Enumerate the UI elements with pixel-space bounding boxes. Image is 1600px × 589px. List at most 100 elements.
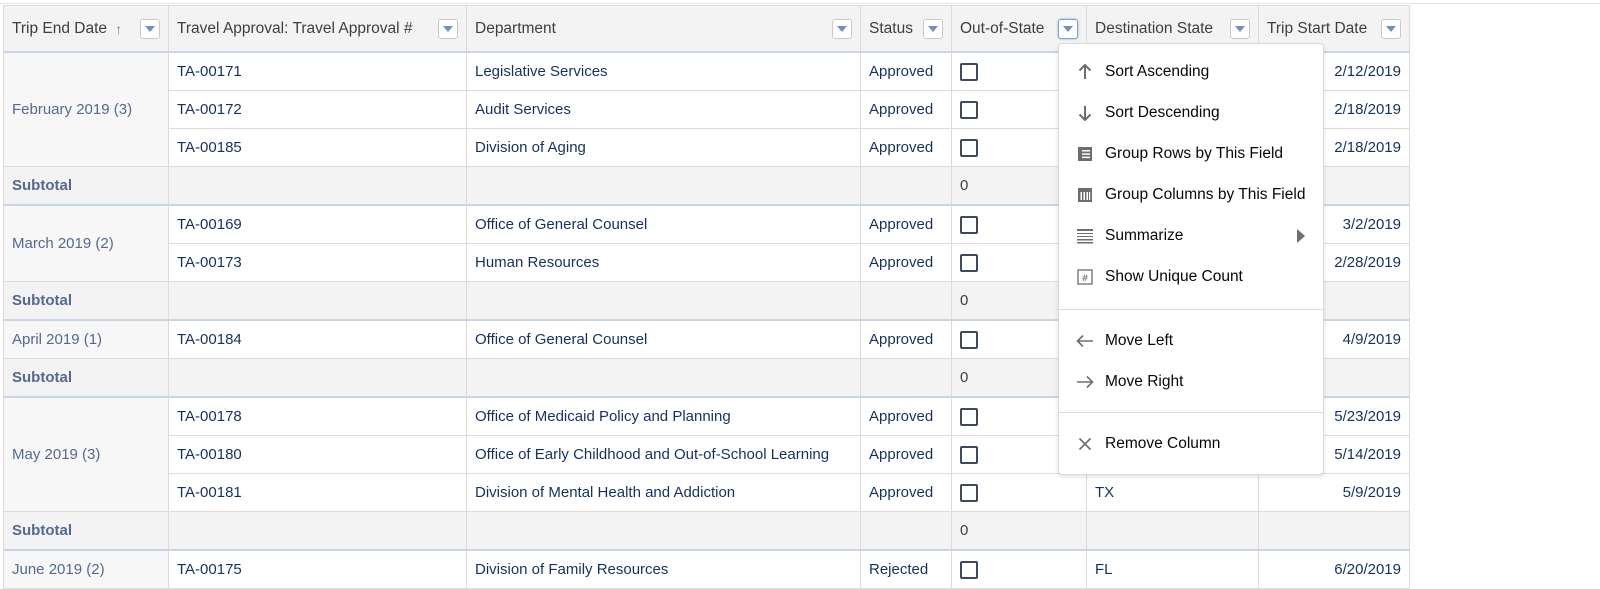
department-link[interactable]: Human Resources [466, 243, 861, 282]
arrow-up-icon [1075, 64, 1095, 80]
status-cell: Approved [860, 204, 952, 244]
menu-item-label: Move Right [1105, 373, 1184, 390]
approval-link[interactable]: TA-00180 [168, 435, 467, 474]
column-header-trip-end-date[interactable]: Trip End Date ↑ [3, 5, 169, 53]
destination-cell: TX [1086, 473, 1259, 512]
department-link[interactable]: Audit Services [466, 90, 861, 129]
column-header-status[interactable]: Status [860, 5, 952, 53]
column-label: Status [869, 19, 913, 37]
column-menu-button[interactable] [923, 18, 943, 39]
empty-cell [466, 358, 861, 398]
menu-divider [1059, 412, 1323, 413]
column-menu: Sort Ascending Sort Descending Group Row… [1058, 43, 1324, 475]
approval-link[interactable]: TA-00178 [168, 396, 467, 436]
menu-item-label: Summarize [1105, 227, 1184, 244]
column-label: Out-of-State [960, 19, 1045, 37]
summarize-icon [1075, 228, 1095, 244]
menu-item-label: Show Unique Count [1105, 268, 1243, 285]
column-menu-button[interactable] [1230, 18, 1250, 39]
menu-item-summarize[interactable]: Summarize [1059, 218, 1323, 254]
chevron-down-icon [443, 25, 453, 32]
column-header-department[interactable]: Department [466, 5, 861, 53]
checkbox-unchecked [960, 253, 978, 272]
column-menu-button[interactable] [832, 18, 852, 39]
empty-cell [466, 511, 861, 551]
menu-item-show-unique-count[interactable]: # Show Unique Count [1059, 259, 1323, 295]
menu-item-sort-ascending[interactable]: Sort Ascending [1059, 54, 1323, 90]
column-label: Destination State [1095, 19, 1214, 37]
approval-link[interactable]: TA-00185 [168, 128, 467, 167]
approval-link[interactable]: TA-00184 [168, 319, 467, 359]
status-cell: Approved [860, 396, 952, 436]
menu-item-remove-column[interactable]: Remove Column [1059, 426, 1323, 462]
department-link[interactable]: Office of Medicaid Policy and Planning [466, 396, 861, 436]
department-link[interactable]: Office of General Counsel [466, 204, 861, 244]
chevron-down-icon [1235, 25, 1245, 32]
empty-cell [466, 166, 861, 206]
table-row: June 2019 (2) TA-00175 Division of Famil… [3, 549, 1410, 589]
top-divider [0, 3, 1600, 4]
checkbox-unchecked [960, 138, 978, 157]
chevron-down-icon [1063, 25, 1073, 32]
department-link[interactable]: Division of Mental Health and Addiction [466, 473, 861, 512]
group-label: March 2019 (2) [3, 204, 169, 282]
approval-link[interactable]: TA-00172 [168, 90, 467, 129]
group-label: June 2019 (2) [3, 549, 169, 589]
svg-text:#: # [1081, 274, 1089, 284]
approval-link[interactable]: TA-00169 [168, 204, 467, 244]
subtotal-row: Subtotal 0 [3, 511, 1410, 551]
column-menu-button[interactable] [1381, 18, 1401, 39]
column-menu-button[interactable] [438, 18, 458, 39]
subtotal-label: Subtotal [3, 281, 169, 321]
menu-item-group-columns[interactable]: Group Columns by This Field [1059, 177, 1323, 213]
checkbox-unchecked [960, 445, 978, 464]
sort-ascending-icon: ↑ [115, 20, 123, 37]
status-cell: Approved [860, 243, 952, 282]
checkbox-unchecked [960, 62, 978, 81]
menu-item-group-rows[interactable]: Group Rows by This Field [1059, 136, 1323, 172]
department-link[interactable]: Office of Early Childhood and Out-of-Sch… [466, 435, 861, 474]
menu-item-move-left[interactable]: Move Left [1059, 323, 1323, 359]
approval-link[interactable]: TA-00175 [168, 549, 467, 589]
column-header-travel-approval[interactable]: Travel Approval: Travel Approval # [168, 5, 467, 53]
column-label: Travel Approval: Travel Approval # [177, 19, 413, 37]
approval-link[interactable]: TA-00171 [168, 51, 467, 91]
group-label: April 2019 (1) [3, 319, 169, 359]
menu-item-label: Group Columns by This Field [1105, 186, 1306, 203]
column-menu-button[interactable] [1058, 18, 1078, 39]
menu-item-label: Sort Ascending [1105, 63, 1210, 80]
menu-item-sort-descending[interactable]: Sort Descending [1059, 95, 1323, 131]
subtotal-label: Subtotal [3, 511, 169, 551]
department-link[interactable]: Division of Family Resources [466, 549, 861, 589]
subtotal-label: Subtotal [3, 358, 169, 398]
department-link[interactable]: Legislative Services [466, 51, 861, 91]
group-label: May 2019 (3) [3, 396, 169, 512]
empty-cell [168, 511, 467, 551]
arrow-right-icon [1075, 375, 1095, 389]
start-date-cell: 6/20/2019 [1258, 549, 1410, 589]
department-link[interactable]: Division of Aging [466, 128, 861, 167]
column-menu-button[interactable] [140, 18, 160, 39]
chevron-down-icon [837, 25, 847, 32]
unique-count-icon: # [1075, 269, 1095, 285]
start-date-cell: 5/9/2019 [1258, 473, 1410, 512]
checkbox-unchecked [960, 330, 978, 349]
chevron-down-icon [1386, 25, 1396, 32]
arrow-left-icon [1075, 334, 1095, 348]
empty-cell [860, 358, 952, 398]
menu-item-label: Sort Descending [1105, 104, 1220, 121]
empty-cell [1258, 511, 1410, 551]
approval-link[interactable]: TA-00181 [168, 473, 467, 512]
submenu-arrow-icon [1297, 229, 1305, 243]
status-cell: Approved [860, 128, 952, 167]
subtotal-out-of-state: 0 [951, 511, 1087, 551]
approval-link[interactable]: TA-00173 [168, 243, 467, 282]
checkbox-unchecked [960, 483, 978, 502]
department-link[interactable]: Office of General Counsel [466, 319, 861, 359]
subtotal-label: Subtotal [3, 166, 169, 206]
checkbox-unchecked [960, 407, 978, 426]
menu-item-move-right[interactable]: Move Right [1059, 364, 1323, 400]
column-label: Department [475, 19, 556, 37]
menu-divider [1059, 309, 1323, 310]
empty-cell [860, 281, 952, 321]
